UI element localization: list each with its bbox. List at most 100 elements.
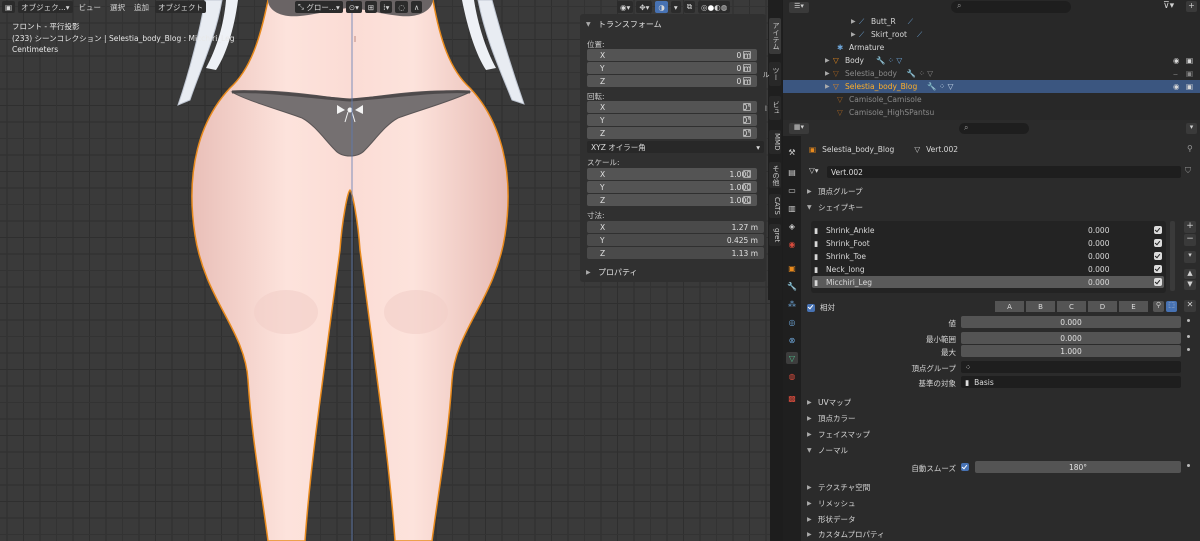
- overlay-toggle[interactable]: ◑: [655, 1, 668, 13]
- location-x-field[interactable]: X0 m: [587, 49, 757, 61]
- overlay-dropdown[interactable]: ▾: [670, 1, 681, 13]
- outliner-row[interactable]: ✱ Armature: [783, 41, 1200, 54]
- outliner-row[interactable]: ▶ ▽ Selestia_body 🔧 ⁘ ▽ ⌣ ▣: [783, 67, 1200, 80]
- cats-button-e[interactable]: E: [1119, 301, 1148, 312]
- proportional-edit-toggle[interactable]: ◌: [395, 1, 408, 13]
- custom-props-header[interactable]: ▶ カスタムプロパティ: [807, 529, 885, 540]
- rotation-mode-dropdown[interactable]: XYZ オイラー角 ▾: [587, 141, 764, 153]
- outliner-search-input[interactable]: ⌕: [951, 1, 1071, 13]
- transform-header[interactable]: ▼ トランスフォーム: [586, 19, 662, 30]
- shape-key-item[interactable]: ▮ Neck_long 0.000: [814, 263, 1164, 275]
- view-layer-tab-icon[interactable]: ▥: [786, 202, 798, 214]
- scale-z-field[interactable]: Z 1.000: [587, 194, 757, 206]
- vertex-colors-header[interactable]: ▶ 頂点カラー: [807, 413, 856, 424]
- tab-item[interactable]: アイテム: [769, 18, 781, 54]
- shape-keys-header[interactable]: ▼ シェイプキー: [807, 202, 863, 213]
- tab-other[interactable]: その他: [769, 162, 781, 188]
- edit-mode-button[interactable]: ⬚: [1166, 301, 1177, 312]
- scale-x-field[interactable]: X 1.000: [587, 168, 757, 180]
- auto-smooth-angle-field[interactable]: 180°: [975, 461, 1181, 473]
- mesh-data-tab-icon[interactable]: ▽: [786, 352, 798, 364]
- snap-dropdown[interactable]: ⁞ ▾: [380, 1, 393, 13]
- lock-icon[interactable]: [743, 129, 751, 137]
- tab-tool[interactable]: ツール: [762, 62, 781, 86]
- keyframe-dot-icon[interactable]: [1187, 348, 1190, 351]
- options-button[interactable]: ▾: [1186, 123, 1197, 134]
- checkbox-mute[interactable]: [1154, 252, 1162, 260]
- relative-to-field[interactable]: ▮ Basis: [961, 376, 1181, 388]
- physics-tab-icon[interactable]: ◎: [786, 316, 798, 328]
- keyframe-dot-icon[interactable]: [1187, 335, 1190, 338]
- lock-icon[interactable]: [743, 64, 751, 72]
- face-maps-header[interactable]: ▶ フェイスマップ: [807, 429, 870, 440]
- eye-icon[interactable]: ◉: [1173, 56, 1180, 65]
- checkbox-mute[interactable]: [1154, 226, 1162, 234]
- pin-shape-button[interactable]: ⚲: [1153, 301, 1164, 312]
- checkbox-auto-smooth[interactable]: [961, 463, 969, 471]
- camera-icon[interactable]: ▣: [1186, 69, 1193, 78]
- lock-icon[interactable]: [743, 170, 751, 178]
- remesh-header[interactable]: ▶ リメッシュ: [807, 498, 856, 509]
- visibility-dropdown[interactable]: ◉ ▾: [617, 1, 634, 13]
- tab-gret[interactable]: gret: [769, 224, 781, 246]
- outliner-row-selected[interactable]: ▶ ▽ Selestia_body_Blog 🔧 ⁘ ▽ ◉ ▣: [783, 80, 1200, 93]
- clear-weights-button[interactable]: ✕: [1184, 300, 1196, 312]
- location-y-field[interactable]: Y0 m: [587, 62, 757, 74]
- range-min-field[interactable]: 0.000: [961, 332, 1181, 344]
- mode-dropdown[interactable]: オブジェク... ▾: [18, 1, 73, 13]
- gizmo-toggle[interactable]: ✥ ▾: [636, 1, 653, 13]
- relative-toggle[interactable]: 相対: [807, 302, 835, 313]
- outliner-display-mode[interactable]: ☰▾: [789, 2, 809, 13]
- shape-key-item[interactable]: ▮ Shrink_Foot 0.000: [814, 237, 1164, 249]
- properties-search-input[interactable]: ⌕: [959, 123, 1029, 134]
- filter-icon[interactable]: ⊽▾: [1163, 1, 1174, 11]
- eye-closed-icon[interactable]: ⌣: [1173, 69, 1178, 79]
- cats-button-b[interactable]: B: [1026, 301, 1055, 312]
- properties-editor-type[interactable]: ▦▾: [789, 123, 809, 134]
- remove-shape-key-button[interactable]: −: [1184, 234, 1196, 246]
- outliner-row[interactable]: ▽ Camisole_HighSPantsu: [783, 106, 1200, 119]
- add-shape-key-button[interactable]: +: [1184, 221, 1196, 233]
- object-tab-icon[interactable]: ▣: [786, 262, 798, 274]
- checkbox-relative[interactable]: [807, 303, 815, 312]
- auto-smooth-toggle[interactable]: 自動スムーズ: [883, 463, 956, 474]
- dimensions-z-field[interactable]: Z 1.13 m: [587, 247, 764, 259]
- menu-object[interactable]: オブジェクト: [155, 1, 207, 13]
- vertex-group-field[interactable]: ⁘: [961, 361, 1181, 373]
- dimensions-y-field[interactable]: Y 0.425 m: [587, 234, 764, 246]
- outliner-row[interactable]: ▶ ⟋ Butt_R ⟋: [783, 15, 1200, 28]
- lock-icon[interactable]: [743, 183, 751, 191]
- lock-icon[interactable]: [743, 77, 751, 85]
- modifier-tab-icon[interactable]: 🔧: [786, 280, 798, 292]
- pin-icon[interactable]: ⚲: [1187, 144, 1193, 153]
- location-z-field[interactable]: Z0 m: [587, 75, 757, 87]
- world-tab-icon[interactable]: ◉: [786, 238, 798, 250]
- camera-icon[interactable]: ▣: [1186, 82, 1193, 91]
- checkbox-mute[interactable]: [1154, 278, 1162, 286]
- eye-icon[interactable]: ◉: [1173, 82, 1180, 91]
- rotation-z-field[interactable]: Z 0°: [587, 127, 757, 139]
- scene-tab-icon[interactable]: ◈: [786, 220, 798, 232]
- output-tab-icon[interactable]: ▭: [786, 184, 798, 196]
- pivot-dropdown[interactable]: ⊙ ▾: [345, 1, 362, 13]
- menu-select[interactable]: 選択: [107, 2, 128, 13]
- checkbox-mute[interactable]: [1154, 239, 1162, 247]
- keyframe-dot-icon[interactable]: [1187, 319, 1190, 322]
- shading-buttons[interactable]: ◎ ● ◐ ◍: [698, 1, 731, 13]
- move-up-button[interactable]: ▲: [1184, 269, 1196, 279]
- uv-maps-header[interactable]: ▶ UVマップ: [807, 397, 851, 408]
- menu-view[interactable]: ビュー: [76, 2, 105, 13]
- shape-key-list[interactable]: ▮ Shrink_Ankle 0.000 ▮ Shrink_Foot 0.000 ▮ Sh…: [811, 221, 1166, 293]
- max-field[interactable]: 1.000: [961, 345, 1181, 357]
- lock-icon[interactable]: [743, 51, 751, 59]
- shape-key-item[interactable]: ▮ Shrink_Ankle 0.000: [814, 224, 1164, 236]
- 3d-viewport[interactable]: ▣ オブジェク... ▾ ビュー 選択 追加 オブジェクト ⤡ グロー... ▾…: [0, 0, 770, 541]
- fake-user-icon[interactable]: ⛉: [1185, 166, 1191, 176]
- tab-mmd[interactable]: MMD: [769, 130, 781, 154]
- shape-key-item[interactable]: ▮ Shrink_Toe 0.000: [814, 250, 1164, 262]
- lock-icon[interactable]: [743, 116, 751, 124]
- outliner-row[interactable]: ▽ Camisole_Camisole: [783, 93, 1200, 106]
- move-down-button[interactable]: ▼: [1184, 280, 1196, 290]
- rotation-x-field[interactable]: X 0°: [587, 101, 757, 113]
- snap-toggle[interactable]: ⊞: [364, 1, 378, 13]
